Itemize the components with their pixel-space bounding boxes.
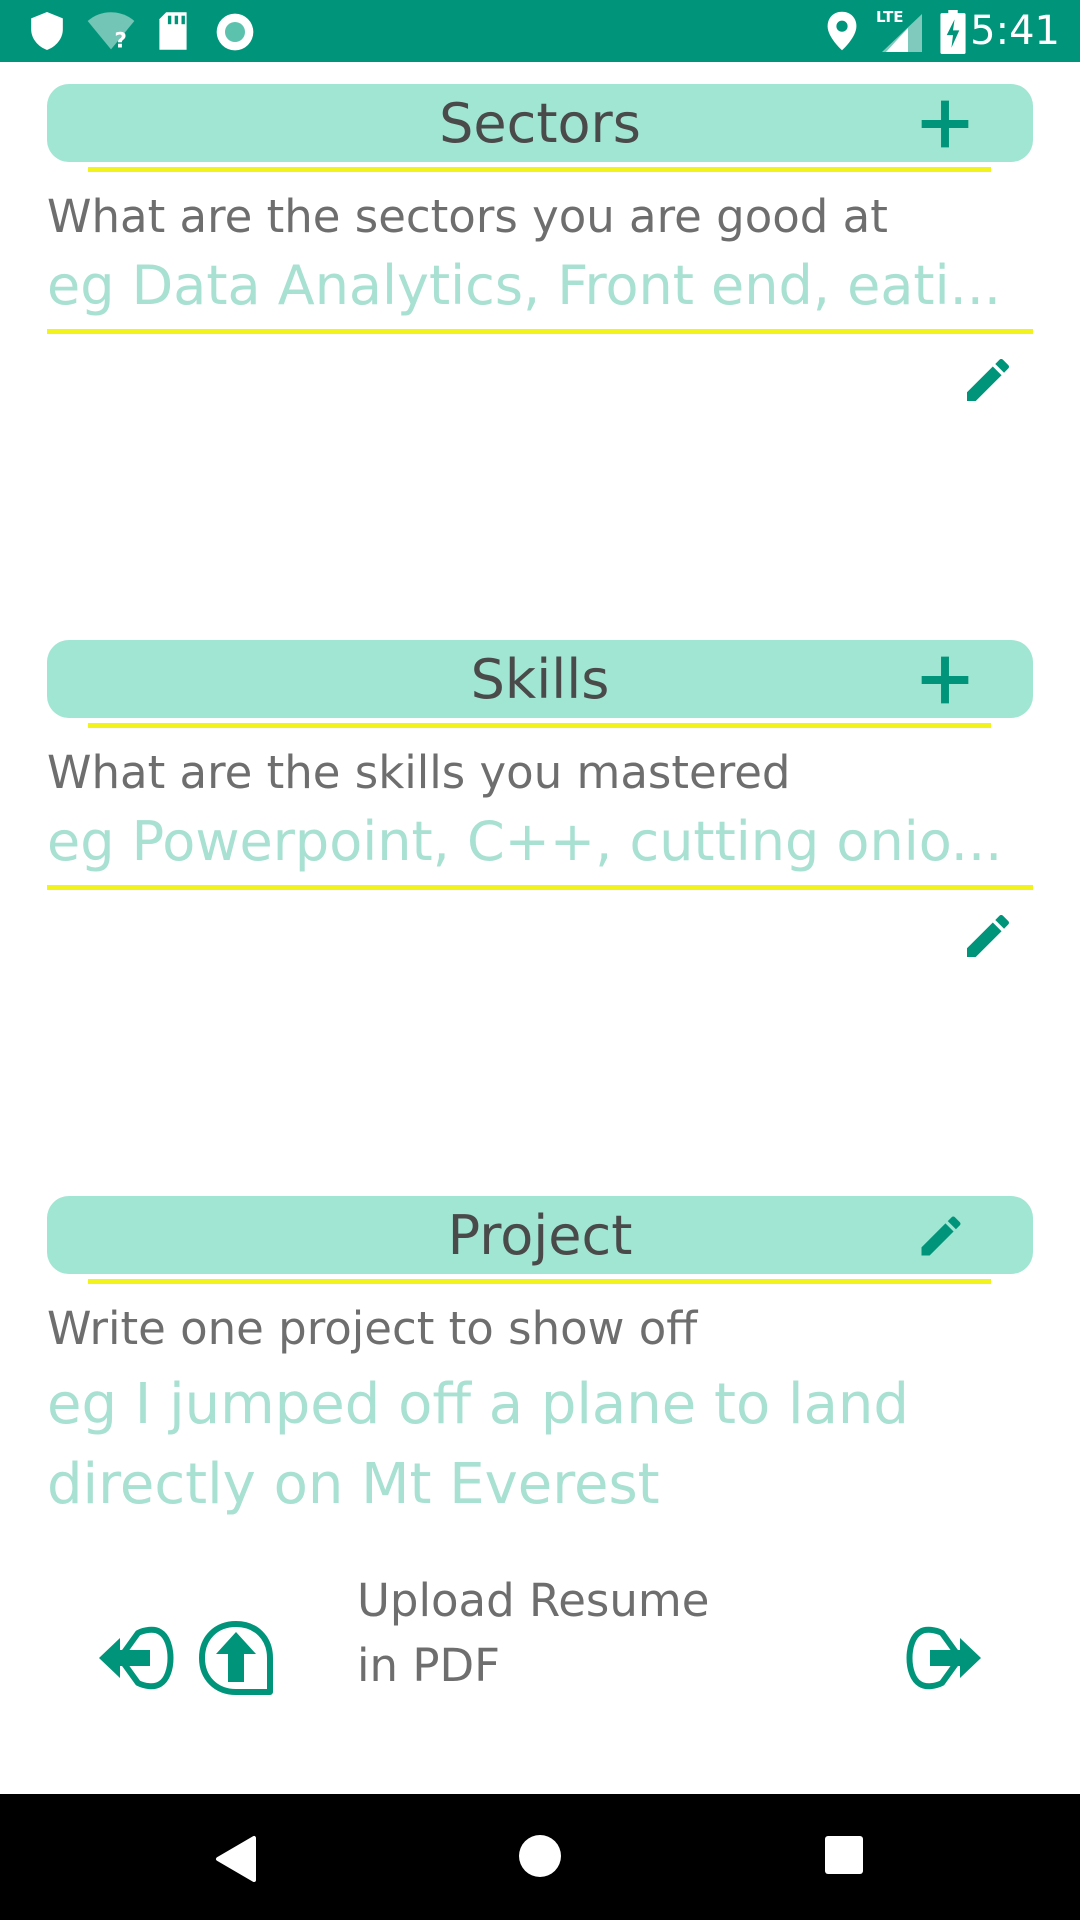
skills-input[interactable]: eg Powerpoint, C++, cutting onio... [47, 810, 1002, 873]
next-button[interactable] [904, 1624, 986, 1692]
project-header: Project [47, 1196, 1033, 1274]
sectors-title: Sectors [439, 92, 641, 155]
sd-card-icon [159, 12, 187, 50]
project-question: Write one project to show off [47, 1302, 698, 1355]
upload-resume-label-line1: Upload Resume [357, 1574, 710, 1627]
skills-title: Skills [470, 648, 610, 711]
project-title: Project [447, 1204, 633, 1267]
edit-project-button[interactable] [915, 1210, 967, 1262]
edit-skills-button[interactable] [960, 908, 1016, 964]
sectors-input[interactable]: eg Data Analytics, Front end, eati... [47, 254, 1001, 317]
skills-header: Skills [47, 640, 1033, 718]
nav-home-icon[interactable] [518, 1834, 562, 1878]
upload-resume-label: Upload Resume in PDF [357, 1568, 709, 1698]
sectors-input-underline [47, 329, 1033, 334]
upload-resume-label-line2: in PDF [357, 1639, 500, 1692]
system-navigation-bar [0, 1794, 1080, 1920]
sectors-header-underline [88, 167, 991, 172]
lte-signal-icon: LTE [872, 8, 924, 54]
edit-sectors-button[interactable] [960, 352, 1016, 408]
nav-recents-icon[interactable] [824, 1835, 864, 1875]
skills-header-underline [88, 723, 991, 728]
upload-resume-button[interactable] [198, 1620, 274, 1696]
wifi-question-icon: ? [87, 12, 135, 52]
project-header-underline [88, 1279, 991, 1284]
location-icon [827, 11, 857, 51]
shield-icon [31, 12, 63, 50]
battery-charging-icon [940, 10, 966, 54]
status-bar: ? LTE 5:41 [0, 0, 1080, 62]
network-type-label: LTE [876, 8, 904, 26]
nav-back-icon[interactable] [212, 1834, 258, 1884]
sectors-header: Sectors [47, 84, 1033, 162]
svg-text:?: ? [114, 29, 127, 52]
sectors-question: What are the sectors you are good at [47, 190, 888, 243]
project-input[interactable]: eg I jumped off a plane to land directly… [47, 1365, 947, 1525]
skills-question: What are the skills you mastered [47, 746, 791, 799]
skills-input-underline [47, 885, 1033, 890]
back-button[interactable] [94, 1624, 176, 1692]
add-sector-button[interactable] [917, 96, 973, 152]
record-icon [216, 13, 254, 51]
clock: 5:41 [970, 8, 1060, 54]
add-skill-button[interactable] [917, 652, 973, 708]
